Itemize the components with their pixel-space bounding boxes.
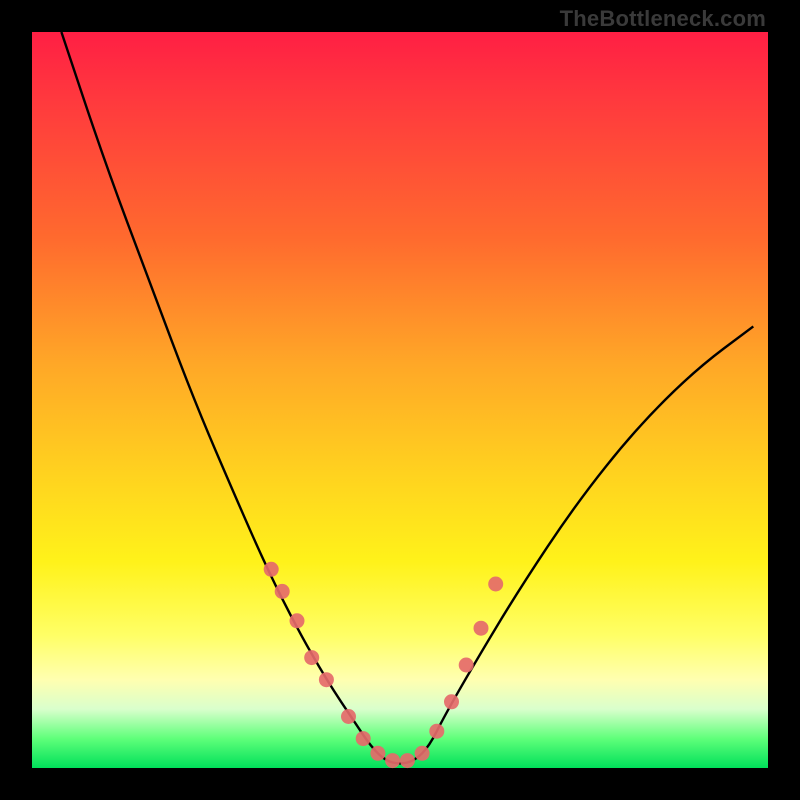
marker-dot	[385, 753, 400, 768]
marker-dot	[474, 621, 489, 636]
marker-dot	[459, 658, 474, 673]
marker-dot	[290, 613, 305, 628]
plot-background-gradient	[32, 32, 768, 768]
marker-dot	[275, 584, 290, 599]
marker-dot	[370, 746, 385, 761]
marker-dot	[400, 753, 415, 768]
marker-dot	[319, 672, 334, 687]
marker-group	[264, 562, 504, 768]
marker-dot	[488, 577, 503, 592]
marker-dot	[264, 562, 279, 577]
marker-dot	[356, 731, 371, 746]
marker-dot	[415, 746, 430, 761]
chart-svg	[32, 32, 768, 768]
attribution-label: TheBottleneck.com	[560, 6, 766, 32]
marker-dot	[341, 709, 356, 724]
marker-dot	[304, 650, 319, 665]
chart-frame: TheBottleneck.com	[0, 0, 800, 800]
bottleneck-line	[61, 32, 753, 763]
marker-dot	[429, 724, 444, 739]
marker-dot	[444, 694, 459, 709]
